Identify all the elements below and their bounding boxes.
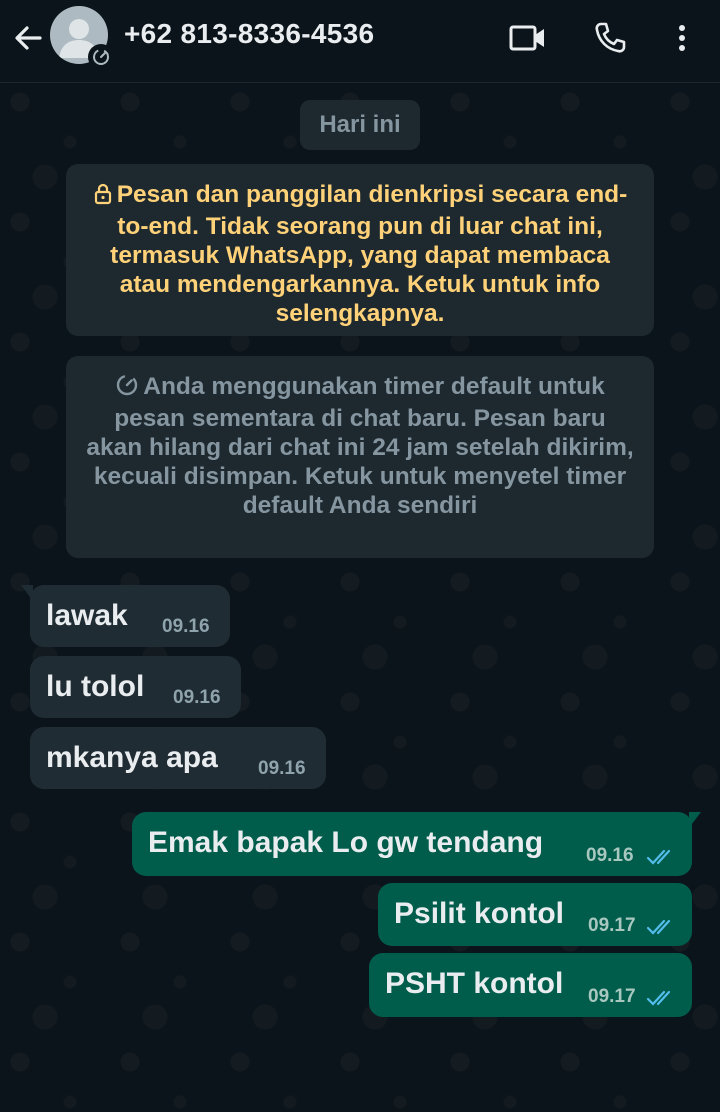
message-text: lu tolol bbox=[46, 670, 145, 703]
disappearing-timer-icon bbox=[88, 44, 114, 70]
disappearing-messages-notice[interactable]: Anda menggunakan timer default untuk pes… bbox=[66, 356, 654, 558]
back-arrow-icon[interactable] bbox=[10, 20, 46, 56]
incoming-message[interactable]: lu tolol 09.16 bbox=[30, 656, 241, 718]
message-text: PSHT kontol bbox=[385, 967, 564, 1000]
incoming-message[interactable]: lawak 09.16 bbox=[21, 585, 230, 647]
read-ticks-icon bbox=[646, 848, 676, 866]
message-time: 09.17 bbox=[588, 986, 636, 1007]
message-text: lawak bbox=[46, 599, 128, 632]
bubble-tail bbox=[689, 812, 701, 828]
message-text: Psilit kontol bbox=[394, 897, 565, 930]
message-time: 09.16 bbox=[586, 845, 634, 866]
lock-icon bbox=[93, 183, 113, 212]
timer-notice-text: Anda menggunakan timer default untuk pes… bbox=[86, 373, 634, 519]
message-time: 09.17 bbox=[588, 915, 636, 936]
more-options-icon[interactable] bbox=[662, 18, 702, 58]
outgoing-message[interactable]: PSHT kontol 09.17 bbox=[369, 953, 692, 1017]
date-separator: Hari ini bbox=[300, 100, 420, 150]
contact-name[interactable]: +62 813-8336-4536 bbox=[124, 18, 374, 50]
chat-header: +62 813-8336-4536 bbox=[0, 0, 720, 83]
outgoing-message[interactable]: Emak bapak Lo gw tendang 09.16 bbox=[132, 812, 701, 876]
encryption-notice-text: Pesan dan panggilan dienkripsi secara en… bbox=[110, 181, 628, 327]
message-time: 09.16 bbox=[173, 687, 221, 708]
message-time: 09.16 bbox=[162, 616, 210, 637]
timer-icon bbox=[115, 373, 139, 404]
video-call-icon[interactable] bbox=[508, 18, 548, 58]
incoming-message[interactable]: mkanya apa 09.16 bbox=[30, 727, 326, 789]
message-text: mkanya apa bbox=[46, 741, 218, 774]
read-ticks-icon bbox=[646, 989, 676, 1007]
outgoing-message[interactable]: Psilit kontol 09.17 bbox=[378, 883, 692, 946]
voice-call-icon[interactable] bbox=[590, 18, 630, 58]
bubble-tail bbox=[21, 585, 33, 601]
encryption-notice[interactable]: Pesan dan panggilan dienkripsi secara en… bbox=[66, 164, 654, 336]
read-ticks-icon bbox=[646, 918, 676, 936]
message-time: 09.16 bbox=[258, 758, 306, 779]
message-text: Emak bapak Lo gw tendang bbox=[148, 826, 544, 859]
